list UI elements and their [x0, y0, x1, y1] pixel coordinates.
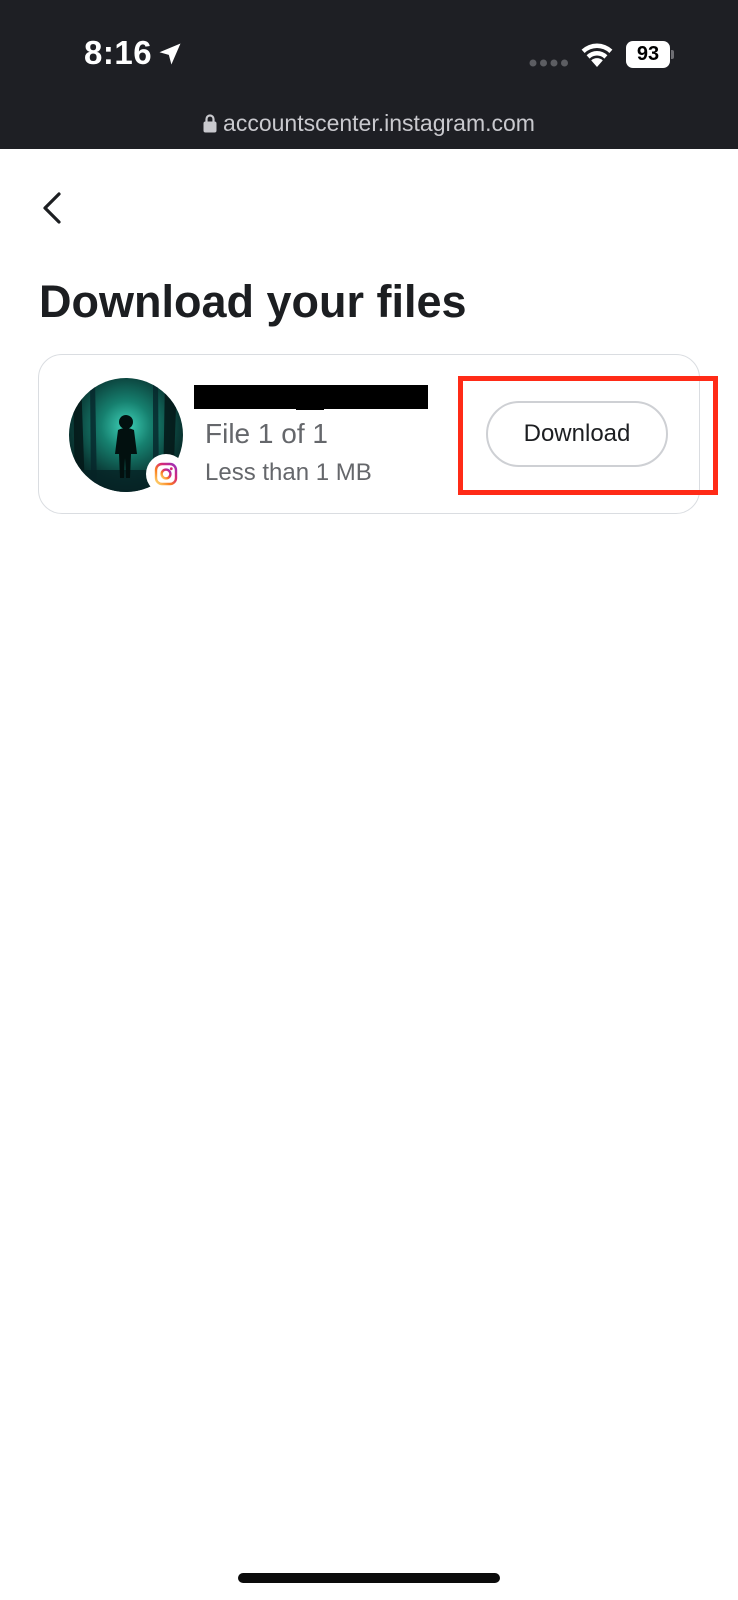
battery-cap	[671, 50, 674, 59]
wifi-icon	[581, 43, 613, 67]
redacted-account-name	[194, 385, 428, 409]
instagram-badge	[146, 454, 186, 494]
file-count: File 1 of 1	[205, 418, 328, 449]
highlight-box	[458, 376, 718, 495]
lock-icon	[203, 114, 217, 133]
instagram-icon	[154, 462, 178, 486]
location-arrow-icon	[159, 43, 181, 65]
url-text: accountscenter.instagram.com	[223, 110, 535, 136]
page-title: Download your files	[39, 276, 467, 327]
cellular-signal-icon	[529, 59, 568, 67]
back-chevron-icon[interactable]	[36, 188, 70, 228]
battery-level: 93	[636, 43, 660, 65]
top-bar: 8:16 93 accountscenter.instagram.com	[0, 0, 738, 149]
battery-body: 93	[626, 41, 670, 68]
file-size: Less than 1 MB	[205, 459, 372, 486]
url-bar[interactable]: accountscenter.instagram.com	[0, 110, 738, 137]
redacted-mark	[296, 408, 324, 410]
home-indicator	[238, 1573, 500, 1583]
status-time: 8:16	[84, 34, 153, 71]
battery-icon: 93	[626, 41, 674, 68]
